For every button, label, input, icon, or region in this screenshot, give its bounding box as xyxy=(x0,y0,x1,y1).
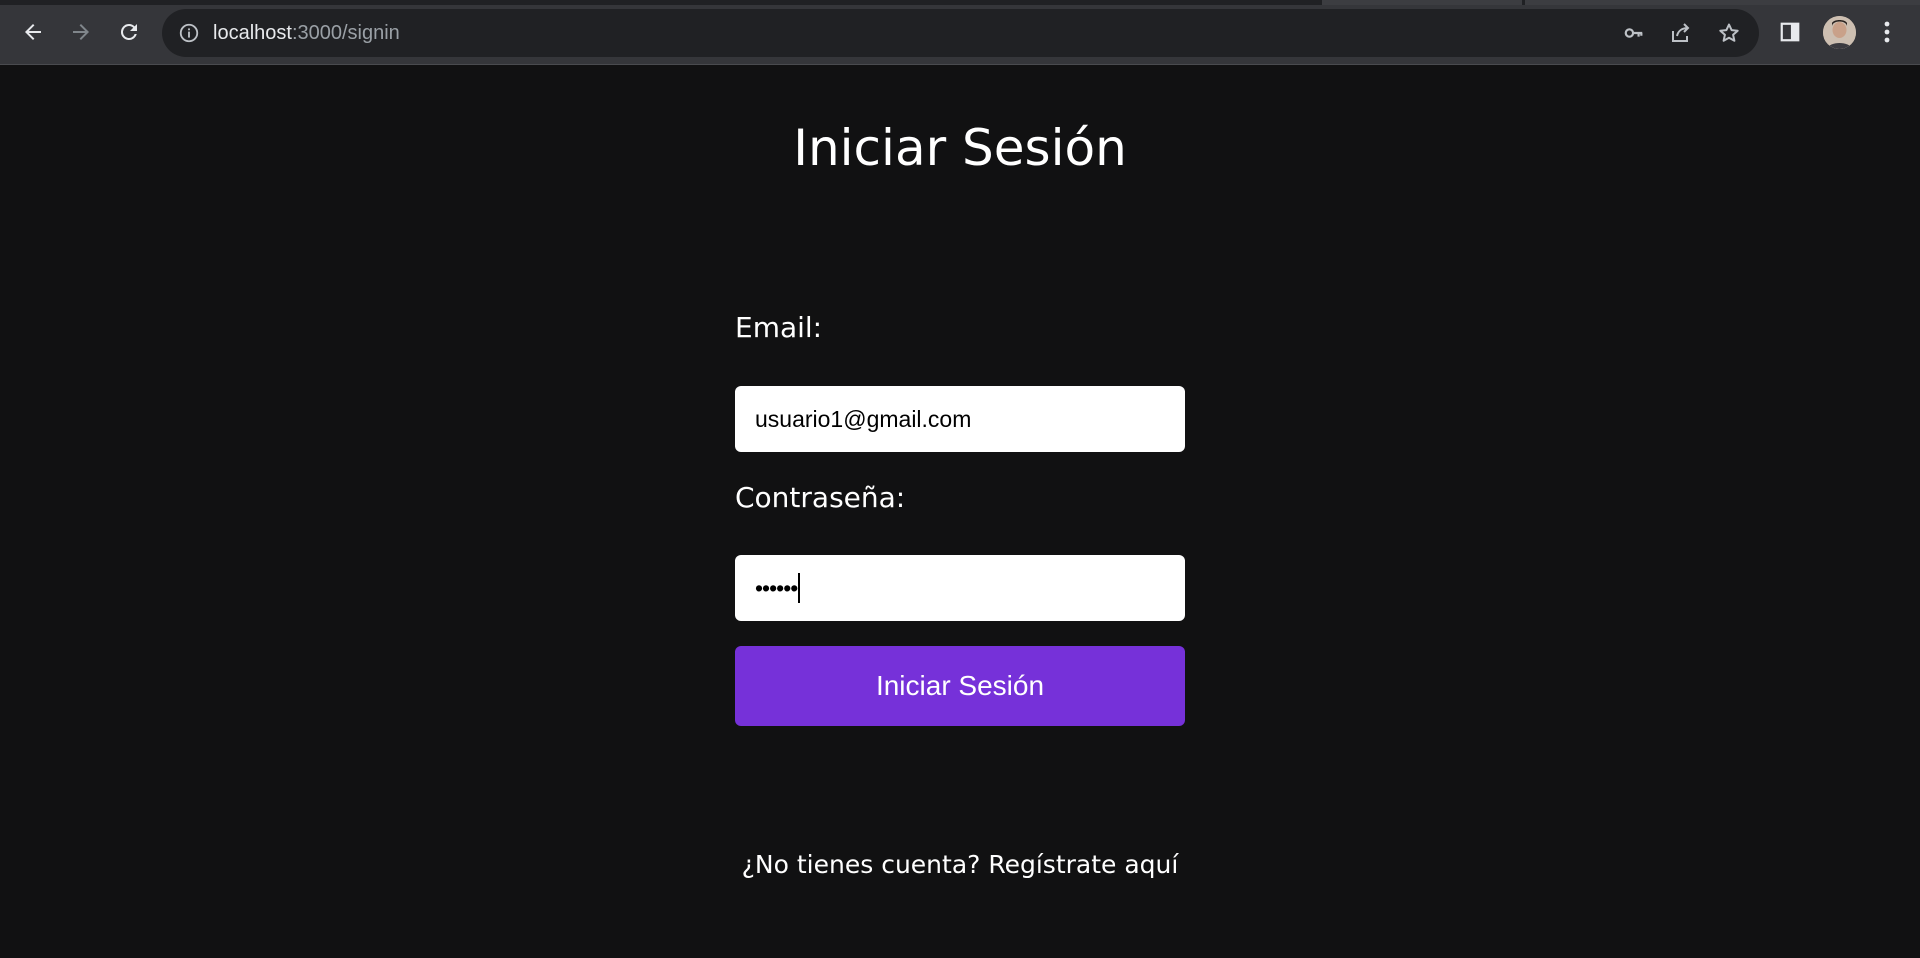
avatar[interactable] xyxy=(1823,16,1856,49)
back-button[interactable] xyxy=(14,13,52,51)
kebab-menu-icon[interactable] xyxy=(1868,13,1906,51)
address-bar[interactable]: localhost:3000/signin xyxy=(162,9,1759,57)
password-label: Contraseña: xyxy=(735,481,906,514)
email-field[interactable]: usuario1@gmail.com xyxy=(735,386,1185,452)
url-text[interactable]: localhost:3000/signin xyxy=(213,21,400,45)
url-host: localhost xyxy=(213,22,292,44)
password-field[interactable]: •••••• xyxy=(735,555,1185,621)
signin-button[interactable]: Iniciar Sesión xyxy=(735,646,1185,726)
signup-prompt: ¿No tienes cuenta? Regístrate aquí xyxy=(0,849,1920,881)
reload-icon xyxy=(120,23,137,40)
arrow-right-icon xyxy=(73,24,89,40)
signup-question: ¿No tienes cuenta? xyxy=(741,850,981,879)
reload-button[interactable] xyxy=(110,13,148,51)
text-caret xyxy=(798,573,801,603)
password-value: •••••• xyxy=(755,574,798,601)
tab-strip-edge xyxy=(0,0,1920,5)
key-icon[interactable] xyxy=(1622,21,1646,45)
info-icon[interactable] xyxy=(178,22,200,44)
page-title: Iniciar Sesión xyxy=(793,119,1127,177)
url-path: :3000/signin xyxy=(291,22,400,44)
share-icon[interactable] xyxy=(1669,21,1693,45)
signup-link[interactable]: Regístrate aquí xyxy=(988,850,1178,879)
email-value: usuario1@gmail.com xyxy=(755,405,972,432)
signin-page: Iniciar Sesión Email: usuario1@gmail.com… xyxy=(0,66,1920,958)
star-icon[interactable] xyxy=(1717,21,1741,45)
arrow-left-icon xyxy=(25,24,41,40)
forward-button[interactable] xyxy=(62,13,100,51)
browser-toolbar: localhost:3000/signin xyxy=(0,0,1920,65)
email-label: Email: xyxy=(735,311,823,344)
side-panel-icon[interactable] xyxy=(1771,13,1809,51)
